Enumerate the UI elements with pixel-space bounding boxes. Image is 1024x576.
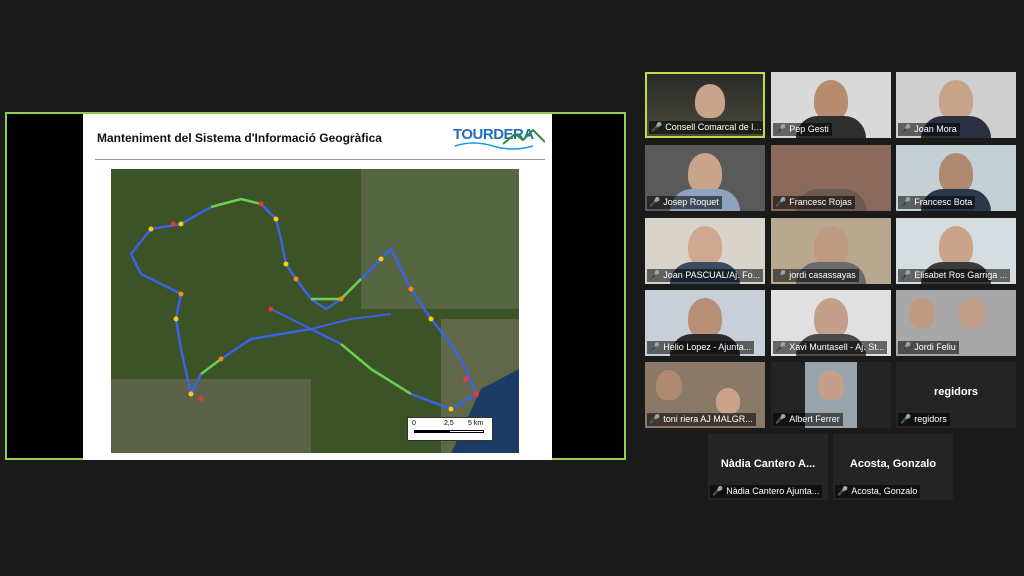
participant-name-tag: 🎤 Nàdia Cantero Ajunta... bbox=[710, 485, 823, 498]
shared-screen[interactable]: Manteniment del Sistema d'Informació Geo… bbox=[5, 112, 626, 460]
participant-tile[interactable]: 🎤 Joan PASCUAL/Aj. Fo... bbox=[645, 218, 765, 284]
mic-muted-icon: 🎤 bbox=[649, 270, 661, 280]
mic-muted-icon: 🎤 bbox=[775, 197, 787, 207]
participant-tile[interactable]: 🎤 Elisabet Ros Garriga ... bbox=[896, 218, 1016, 284]
mic-muted-icon: 🎤 bbox=[775, 342, 787, 352]
mic-muted-icon: 🎤 bbox=[775, 414, 787, 424]
map-scale-bar: 0 2,5 5 km bbox=[407, 417, 493, 441]
participant-display-name: regidors bbox=[933, 386, 978, 398]
participant-tile[interactable]: 🎤 toni riera AJ MALGR... bbox=[645, 362, 765, 428]
participant-name-tag: 🎤 Francesc Rojas bbox=[773, 196, 855, 209]
participant-name-tag: 🎤 Joan PASCUAL/Aj. Fo... bbox=[647, 269, 764, 282]
mic-muted-icon: 🎤 bbox=[649, 342, 661, 352]
participant-tile[interactable]: regidors 🎤 regidors bbox=[896, 362, 1016, 428]
participant-name-tag: 🎤 jordi casassayas bbox=[773, 269, 859, 282]
mic-muted-icon: 🎤 bbox=[900, 197, 912, 207]
participant-tile[interactable]: 🎤 jordi casassayas bbox=[771, 218, 891, 284]
participant-tile[interactable]: 🎤 Francesc Rojas bbox=[771, 145, 891, 211]
mic-muted-icon: 🎤 bbox=[649, 414, 661, 424]
participant-name-tag: 🎤 Francesc Bota bbox=[898, 196, 976, 209]
participant-tile[interactable]: 🎤 Helio Lopez - Ajunta... bbox=[645, 290, 765, 356]
mic-muted-icon: 🎤 bbox=[651, 122, 663, 132]
mic-muted-icon: 🎤 bbox=[837, 486, 849, 496]
participant-display-name: Acosta, Gonzalo bbox=[849, 458, 937, 470]
participant-name-tag: 🎤 Joan Mora bbox=[898, 123, 960, 136]
satellite-map: 0 2,5 5 km bbox=[111, 169, 519, 453]
participant-name-tag: 🎤 toni riera AJ MALGR... bbox=[647, 413, 756, 426]
presentation-slide: Manteniment del Sistema d'Informació Geo… bbox=[83, 114, 552, 460]
mic-muted-icon: 🎤 bbox=[712, 486, 724, 496]
participant-name-tag: 🎤 Helio Lopez - Ajunta... bbox=[647, 341, 755, 354]
mic-muted-icon: 🎤 bbox=[649, 197, 661, 207]
slide-title: Manteniment del Sistema d'Informació Geo… bbox=[97, 131, 382, 145]
participant-name-tag: 🎤 Acosta, Gonzalo bbox=[835, 485, 921, 498]
mic-muted-icon: 🎤 bbox=[900, 342, 912, 352]
mic-muted-icon: 🎤 bbox=[900, 270, 912, 280]
mic-muted-icon: 🎤 bbox=[900, 414, 912, 424]
participant-display-name: Nàdia Cantero A... bbox=[720, 458, 816, 470]
participant-tile[interactable]: 🎤 Joan Mora bbox=[896, 72, 1016, 138]
tourdera-logo: TOURDERA bbox=[453, 124, 545, 152]
participant-tile[interactable]: Nàdia Cantero A... 🎤 Nàdia Cantero Ajunta… bbox=[708, 434, 828, 500]
participant-tile[interactable]: 🎤 Xavi Muntasell - Aj. St... bbox=[771, 290, 891, 356]
participant-name-tag: 🎤 Jordi Feliu bbox=[898, 341, 959, 354]
participant-tile[interactable]: Acosta, Gonzalo 🎤 Acosta, Gonzalo bbox=[833, 434, 953, 500]
participant-name-tag: 🎤 Consell Comarcal de la ... bbox=[649, 121, 763, 134]
participant-name-tag: 🎤 Elisabet Ros Garriga ... bbox=[898, 269, 1011, 282]
participant-name-tag: 🎤 regidors bbox=[898, 413, 950, 426]
mic-muted-icon: 🎤 bbox=[900, 124, 912, 134]
participant-tile[interactable]: 🎤 Josep Roquet bbox=[645, 145, 765, 211]
mic-muted-icon: 🎤 bbox=[775, 270, 787, 280]
participant-tile[interactable]: 🎤 Albert Ferrer bbox=[771, 362, 891, 428]
participant-name-tag: 🎤 Xavi Muntasell - Aj. St... bbox=[773, 341, 888, 354]
mic-muted-icon: 🎤 bbox=[775, 124, 787, 134]
participant-name-tag: 🎤 Albert Ferrer bbox=[773, 413, 843, 426]
slide-divider bbox=[95, 159, 545, 160]
participant-name-tag: 🎤 Josep Roquet bbox=[647, 196, 722, 209]
participant-tile[interactable]: 🎤 Consell Comarcal de la ... bbox=[645, 72, 765, 138]
participant-tile[interactable]: 🎤 Francesc Bota bbox=[896, 145, 1016, 211]
participant-name-tag: 🎤 Pep Gesti bbox=[773, 123, 832, 136]
participant-tile[interactable]: 🎤 Pep Gesti bbox=[771, 72, 891, 138]
participant-tile[interactable]: 🎤 Jordi Feliu bbox=[896, 290, 1016, 356]
